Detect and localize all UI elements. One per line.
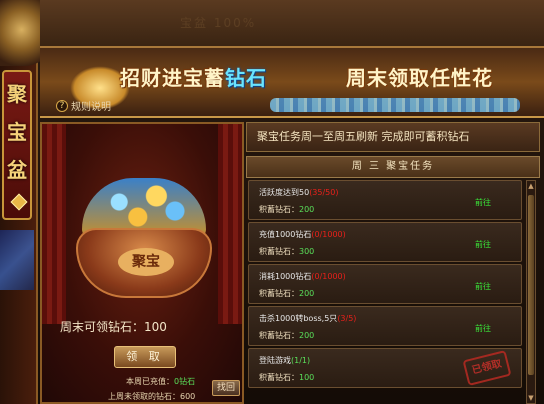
scroll-down-arrow-icon[interactable]: ▼ [527, 393, 535, 403]
retrieve-button[interactable]: 找回 [212, 380, 240, 396]
task-reward: 积蓄钻石：200 [259, 205, 315, 214]
crystal-decoration [0, 230, 34, 290]
tasks-info-text: 聚宝任务周一至周五刷新 完成即可蓄积钻石 [246, 122, 540, 152]
last-week-label: 上周未领取的钻石： [108, 392, 180, 401]
curtain-right [218, 124, 242, 324]
claimed-stamp: 已领取 [462, 350, 512, 386]
event-banner: 招财进宝蓄钻石 周末领取任性花 ? 规则说明 [40, 48, 544, 118]
task-progress: (35/50) [309, 188, 339, 197]
top-header: 宝盆 100% [40, 0, 544, 48]
task-row: 击杀1000转boss,5只(3/5) 积蓄钻石：200 前往 [248, 306, 522, 346]
go-link[interactable]: 前往 [475, 281, 491, 292]
treasure-bowl-window: 聚 宝 盆 宝盆 100% 招财进宝蓄钻石 周末领取任性花 ? 规则说明 聚宝 … [0, 0, 544, 404]
go-link[interactable]: 前往 [475, 197, 491, 208]
task-name: 消耗1000钻石(0/1000) [259, 272, 346, 281]
task-progress: (1/1) [291, 356, 311, 365]
task-list: 活跃度达到50(35/50) 积蓄钻石：200 前往 充值1000钻石(0/10… [248, 180, 524, 404]
week-recharged-stat: 本周已充值：0钻石 [126, 376, 195, 387]
banner-title-part1: 招财进宝蓄 [120, 66, 225, 90]
treasure-pot-icon: 聚宝 [76, 228, 212, 298]
curtain-left [42, 124, 66, 324]
task-row: 登陆游戏(1/1) 积蓄钻石：100 已领取 [248, 348, 522, 388]
task-row: 消耗1000钻石(0/1000) 积蓄钻石：200 前往 [248, 264, 522, 304]
task-row: 充值1000钻石(0/1000) 积蓄钻石：300 前往 [248, 222, 522, 262]
emblem-char: 宝 [7, 120, 27, 144]
task-name: 充值1000钻石(0/1000) [259, 230, 346, 239]
task-progress: (3/5) [337, 314, 357, 323]
scroll-up-arrow-icon[interactable]: ▲ [527, 181, 535, 191]
last-week-unclaimed-stat: 上周未领取的钻石：600 [108, 391, 195, 402]
task-progress: (0/1000) [311, 230, 346, 239]
task-reward: 积蓄钻石：300 [259, 247, 315, 256]
task-name: 活跃度达到50(35/50) [259, 188, 339, 197]
header-faded-text: 宝盆 100% [180, 16, 257, 30]
question-icon: ? [56, 99, 68, 112]
treasure-panel: 聚宝 周末可领钻石：100 领 取 本周已充值：0钻石 上周未领取的钻石：600… [40, 122, 244, 404]
task-row: 活跃度达到50(35/50) 积蓄钻石：200 前往 [248, 180, 522, 220]
gem-icon [10, 193, 28, 211]
scroll-thumb[interactable] [528, 195, 534, 375]
task-list-scrollbar[interactable]: ▲ ▼ [526, 180, 536, 404]
emblem-char: 聚 [7, 82, 27, 106]
pot-label: 聚宝 [118, 248, 174, 276]
last-week-value: 600 [180, 392, 196, 401]
task-reward: 积蓄钻石：200 [259, 289, 315, 298]
banner-title-highlight: 钻石 [225, 66, 267, 90]
week-recharged-value: 0钻石 [174, 377, 196, 386]
task-name: 登陆游戏(1/1) [259, 356, 311, 365]
emblem-char: 盆 [7, 158, 27, 182]
task-reward: 积蓄钻石：100 [259, 373, 315, 382]
task-progress: (0/1000) [311, 272, 346, 281]
task-reward: 积蓄钻石：200 [259, 331, 315, 340]
claim-button[interactable]: 领 取 [114, 346, 176, 368]
banner-title: 招财进宝蓄钻石 [120, 62, 267, 91]
tasks-panel: 聚宝任务周一至周五刷新 完成即可蓄积钻石 周 三 聚宝任务 活跃度达到50(35… [246, 122, 540, 404]
rules-link[interactable]: ? 规则说明 [56, 98, 111, 113]
go-link[interactable]: 前往 [475, 323, 491, 334]
treasure-bowl-emblem: 聚 宝 盆 [2, 70, 32, 220]
diamonds-decoration [270, 98, 520, 112]
week-recharged-label: 本周已充值： [126, 377, 174, 386]
rules-label: 规则说明 [71, 102, 111, 113]
banner-title-part2: 周末领取任性花 [346, 66, 493, 90]
weekend-claimable-text: 周末可领钻石：100 [60, 320, 167, 334]
go-link[interactable]: 前往 [475, 239, 491, 250]
task-name: 击杀1000转boss,5只(3/5) [259, 314, 357, 323]
day-header: 周 三 聚宝任务 [246, 156, 540, 178]
